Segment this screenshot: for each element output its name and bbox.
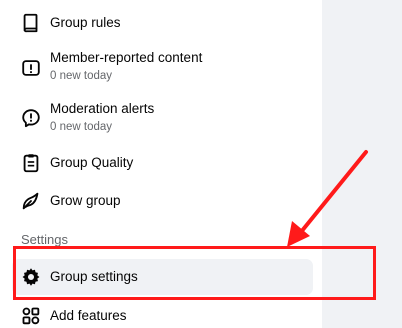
sidebar-item-label: Moderation alerts: [50, 101, 155, 116]
features-grid-icon: [20, 305, 42, 327]
sidebar-item-add-features[interactable]: Add features: [0, 303, 322, 328]
sidebar-item-grow-group[interactable]: Grow group: [0, 188, 322, 214]
sidebar-item-moderation-alerts[interactable]: Moderation alerts 0 new today: [0, 97, 322, 139]
sidebar-item-label: Member-reported content: [50, 50, 203, 65]
sidebar-item-group-rules[interactable]: Group rules: [0, 10, 322, 36]
sidebar-item-label: Grow group: [50, 193, 121, 208]
sidebar-item-group-quality[interactable]: Group Quality: [0, 150, 322, 176]
sidebar-item-label: Group rules: [50, 15, 121, 30]
book-icon: [20, 12, 42, 34]
alert-speech-icon: [20, 107, 42, 129]
sidebar-item-label: Group Quality: [50, 155, 134, 170]
sidebar-item-subtext: 0 new today: [50, 70, 113, 82]
sidebar-item-subtext: 0 new today: [50, 121, 113, 133]
sidebar-item-label: Add features: [50, 308, 127, 323]
annotation-highlight-box: [13, 246, 376, 300]
clipboard-icon: [20, 152, 42, 174]
sidebar-item-member-reported-content[interactable]: Member-reported content 0 new today: [0, 46, 322, 88]
settings-section-title: Settings: [21, 232, 68, 247]
grow-icon: [20, 190, 42, 212]
report-icon: [20, 57, 42, 79]
